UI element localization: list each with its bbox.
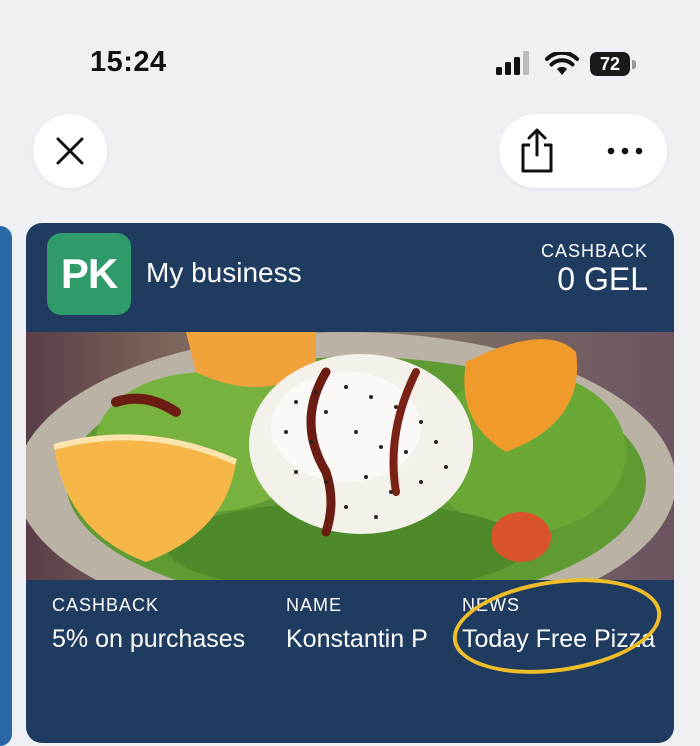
field-name: NAME Konstantin P	[286, 595, 428, 654]
wifi-icon	[545, 52, 579, 75]
salad-photo	[26, 332, 674, 580]
battery-icon: 72	[590, 52, 636, 76]
business-logo: PK	[47, 233, 131, 315]
header-cashback-label: CASHBACK	[540, 241, 648, 261]
field-cashback: CASHBACK 5% on purchases	[52, 595, 245, 654]
close-button[interactable]	[33, 114, 107, 188]
field-name-value: Konstantin P	[286, 625, 428, 653]
strip-image	[26, 332, 674, 580]
previous-card[interactable]	[0, 226, 12, 746]
share-icon[interactable]	[517, 128, 557, 174]
field-cashback-value: 5% on purchases	[52, 625, 246, 653]
battery-level: 72	[590, 52, 630, 76]
more-icon[interactable]	[603, 136, 647, 166]
status-time: 15:24	[90, 46, 167, 78]
header-cashback-value: 0 GEL	[557, 261, 648, 297]
cellular-signal-icon	[496, 51, 529, 75]
field-name-label: NAME	[286, 595, 343, 615]
field-cashback-label: CASHBACK	[52, 595, 160, 615]
business-name: My business	[146, 257, 302, 288]
highlight-ring	[446, 565, 668, 687]
actions-pill	[499, 114, 667, 188]
close-icon	[56, 137, 84, 165]
loyalty-card[interactable]: PK My business CASHBACK 0 GEL CASHBACK 5…	[26, 223, 674, 743]
